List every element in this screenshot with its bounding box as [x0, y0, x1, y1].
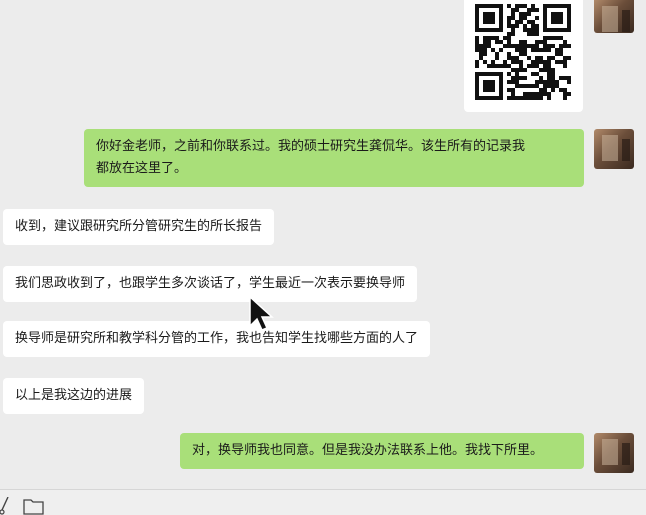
scissors-icon[interactable] — [0, 497, 10, 515]
outgoing-message[interactable]: 对，换导师我也同意。但是我没办法联系上他。我找下所里。 — [180, 433, 584, 469]
incoming-message[interactable]: 我们思政收到了，也跟学生多次谈话了，学生最近一次表示要换导师 — [3, 266, 418, 302]
incoming-message[interactable]: 以上是我这边的进展 — [3, 378, 145, 414]
incoming-message[interactable]: 收到，建议跟研究所分管研究生的所长报告 — [3, 209, 275, 245]
outgoing-message[interactable]: 你好金老师，之前和你联系过。我的硕士研究生龚侃华。该生所有的记录我 都放在这里了… — [84, 129, 584, 187]
my-avatar[interactable] — [594, 433, 634, 473]
message-text: 换导师是研究所和教学科分管的工作，我也告知学生找哪些方面的人了 — [15, 331, 419, 346]
input-toolbar — [0, 489, 646, 515]
message-text: 收到，建议跟研究所分管研究生的所长报告 — [15, 219, 263, 234]
my-avatar[interactable] — [594, 129, 634, 169]
incoming-message[interactable]: 换导师是研究所和教学科分管的工作，我也告知学生找哪些方面的人了 — [3, 321, 431, 357]
mouse-pointer-icon — [249, 296, 274, 331]
folder-icon[interactable] — [23, 498, 45, 515]
my-avatar[interactable] — [594, 0, 634, 33]
qr-code-image — [475, 4, 571, 100]
message-text-line: 都放在这里了。 — [96, 161, 188, 176]
message-text: 对，换导师我也同意。但是我没办法联系上他。我找下所里。 — [192, 443, 544, 458]
message-text: 我们思政收到了，也跟学生多次谈话了，学生最近一次表示要换导师 — [15, 276, 406, 291]
qr-image-message[interactable] — [464, 0, 583, 112]
message-text: 以上是我这边的进展 — [15, 388, 133, 403]
message-text-line: 你好金老师，之前和你联系过。我的硕士研究生龚侃华。该生所有的记录我 — [96, 139, 526, 154]
